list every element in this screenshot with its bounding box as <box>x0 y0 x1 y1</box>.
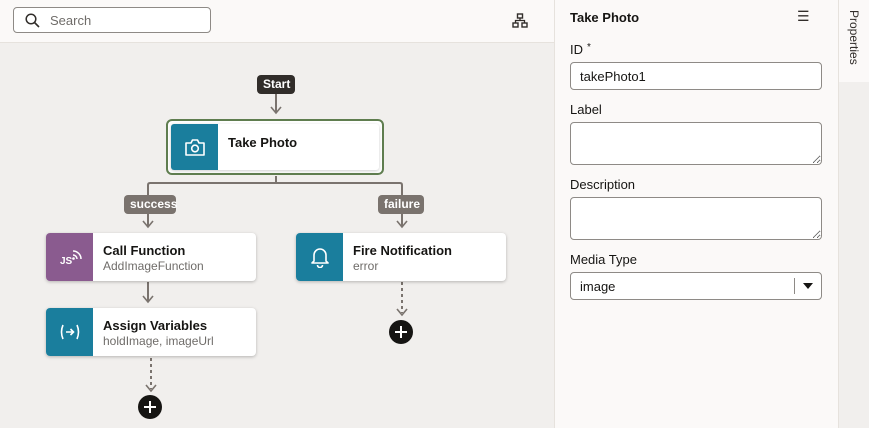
node-title: Fire Notification <box>353 243 452 258</box>
panel-menu-button[interactable]: ☰ <box>797 8 811 24</box>
node-title: Call Function <box>103 243 186 258</box>
branch-failure-label: failure <box>378 195 424 214</box>
flow-connectors <box>142 94 408 393</box>
node-subtitle: holdImage, imageUrl <box>103 334 214 348</box>
required-indicator: * <box>587 42 591 53</box>
assign-variable-icon <box>60 324 79 340</box>
node-assign-variables[interactable]: Assign Variables holdImage, imageUrl <box>46 308 256 356</box>
description-textarea[interactable] <box>570 197 822 240</box>
tab-properties-label: Properties <box>847 10 861 65</box>
media-type-value: image <box>580 279 616 294</box>
node-icon-tile: JS <box>46 233 93 281</box>
node-title: Assign Variables <box>103 318 208 333</box>
id-label-text: ID <box>570 42 583 57</box>
node-icon-tile <box>171 124 218 170</box>
label-textarea[interactable] <box>570 122 822 165</box>
panel-title: Take Photo <box>570 10 640 25</box>
node-subtitle: AddImageFunction <box>103 259 204 273</box>
node-call-function[interactable]: JS Call Function AddImageFunction <box>46 233 256 281</box>
id-field-label: ID * <box>570 42 591 57</box>
tab-properties[interactable]: Properties <box>839 0 869 82</box>
node-title: Take Photo <box>228 135 298 150</box>
media-type-select[interactable]: image <box>570 272 822 300</box>
id-input[interactable] <box>570 62 822 90</box>
node-icon-tile <box>46 308 93 356</box>
branch-success-label: success <box>124 195 177 214</box>
chevron-down-icon[interactable] <box>803 283 813 289</box>
label-field-label: Label <box>570 102 602 117</box>
javascript-icon: JS <box>60 250 82 267</box>
plus-icon <box>395 326 407 338</box>
node-subtitle: error <box>353 259 379 273</box>
add-action-button[interactable] <box>138 395 162 419</box>
node-take-photo[interactable]: Take Photo <box>166 119 384 175</box>
add-action-button[interactable] <box>389 320 413 344</box>
camera-icon <box>184 139 205 156</box>
plus-icon <box>144 401 156 413</box>
description-field-label: Description <box>570 177 636 192</box>
hamburger-menu-icon: ☰ <box>797 8 810 24</box>
select-divider <box>794 278 795 294</box>
svg-text:JS: JS <box>60 256 73 267</box>
start-label: Start <box>257 75 295 94</box>
media-type-field-label: Media Type <box>570 252 637 267</box>
node-icon-tile <box>296 233 343 281</box>
node-fire-notification[interactable]: Fire Notification error <box>296 233 506 281</box>
bell-icon <box>310 248 329 268</box>
